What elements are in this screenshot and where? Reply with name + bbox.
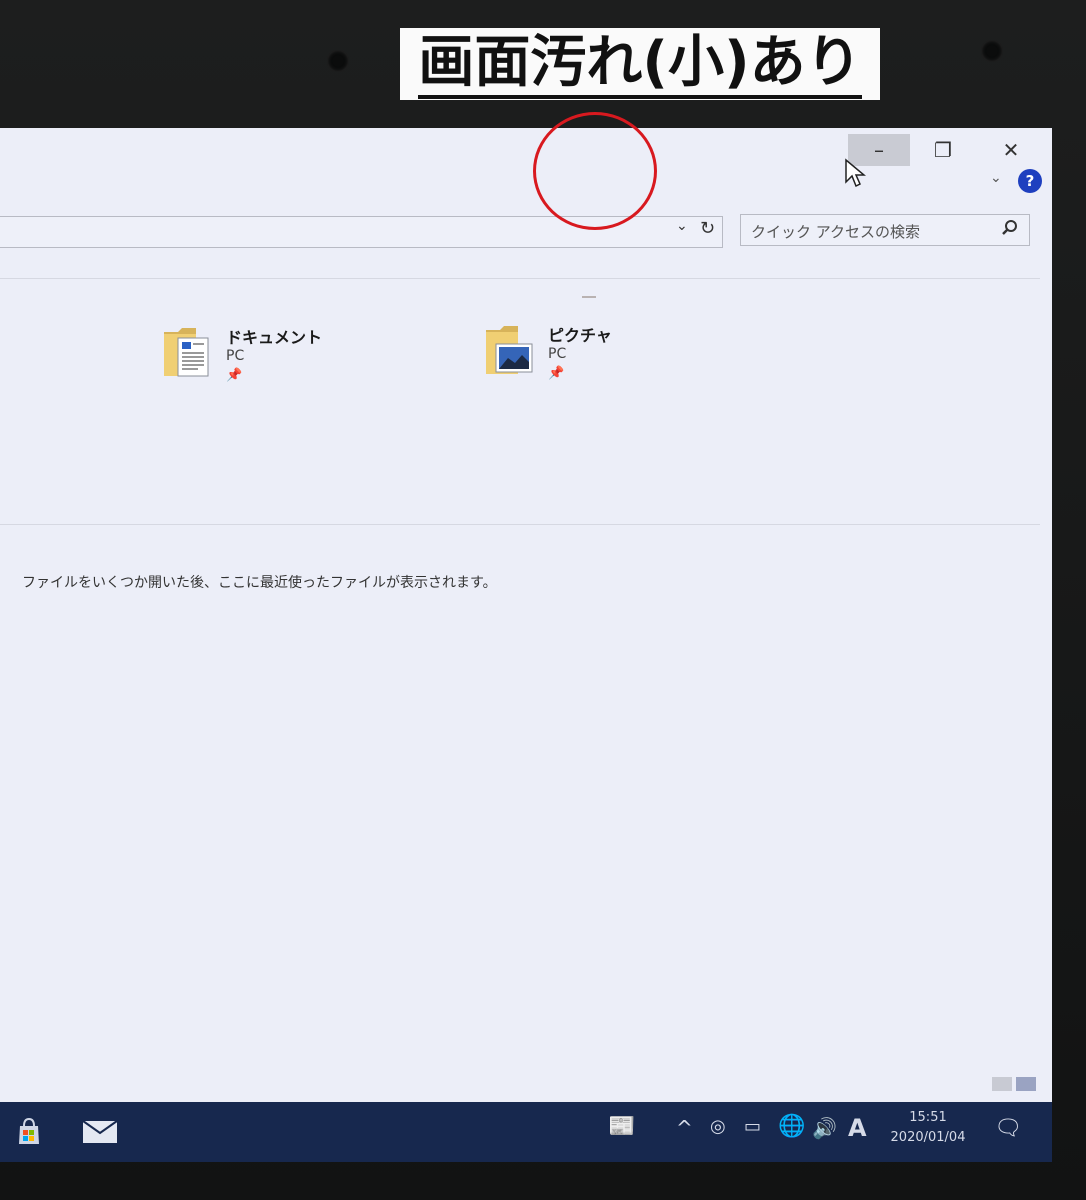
ime-mode-indicator[interactable]: A <box>848 1114 867 1142</box>
meet-now-icon[interactable]: ◎ <box>710 1116 726 1137</box>
folder-location: PC <box>548 346 567 362</box>
screen-smudge <box>582 296 596 298</box>
documents-folder-icon <box>164 328 209 377</box>
search-input[interactable]: クイック アクセスの検索 <box>751 221 920 242</box>
camera-sensor <box>981 40 1003 62</box>
pin-icon: 📌 <box>548 366 565 381</box>
search-icon[interactable] <box>1001 219 1019 237</box>
smudge-highlight-circle <box>533 112 657 230</box>
view-toggle <box>988 1076 1036 1095</box>
battery-icon[interactable]: ▭ <box>744 1116 761 1137</box>
title-bar: – ❐ ✕ ⌄ ? <box>0 128 1052 198</box>
camera-sensor <box>327 50 349 72</box>
mail-icon[interactable] <box>82 1118 118 1144</box>
notification-center-icon[interactable]: 🗨 <box>994 1116 1022 1141</box>
clock-date: 2020/01/04 <box>890 1130 966 1145</box>
folder-tile-pictures[interactable]: ピクチャ PC 📌 <box>484 322 684 392</box>
clock-time: 15:51 <box>909 1110 947 1125</box>
clock[interactable]: 15:51 2020/01/04 <box>880 1108 976 1148</box>
folder-tile-documents[interactable]: ドキュメント PC 📌 <box>162 324 362 394</box>
large-icons-view-icon[interactable] <box>1016 1077 1036 1091</box>
maximize-button[interactable]: ❐ <box>912 134 974 166</box>
pictures-folder-icon <box>486 326 533 374</box>
address-dropdown-icon[interactable]: ⌄ <box>676 218 688 234</box>
close-button[interactable]: ✕ <box>980 134 1042 166</box>
details-view-icon[interactable] <box>992 1077 1012 1091</box>
pin-icon: 📌 <box>226 368 243 383</box>
help-icon[interactable]: ? <box>1018 169 1042 193</box>
folder-name: ドキュメント <box>226 328 323 347</box>
refresh-icon[interactable]: ↻ <box>700 218 715 239</box>
volume-icon[interactable]: 🔊 <box>812 1116 837 1140</box>
condition-annotation: 画面汚れ(小)あり <box>400 28 880 100</box>
ribbon-expand-icon[interactable]: ⌄ <box>990 170 1002 186</box>
folder-location: PC <box>226 348 245 364</box>
divider <box>0 524 1040 525</box>
store-icon[interactable] <box>14 1116 44 1146</box>
taskbar: 📰 ^ ◎ ▭ 🌐 🔊 A 15:51 2020/01/04 🗨 <box>0 1102 1052 1162</box>
divider <box>0 278 1040 279</box>
network-globe-icon[interactable]: 🌐 <box>778 1114 805 1139</box>
chevron-up-icon[interactable]: ^ <box>676 1116 693 1140</box>
recent-files-empty-message: ファイルをいくつか開いた後、ここに最近使ったファイルが表示されます。 <box>22 575 497 591</box>
mouse-cursor-icon <box>845 158 866 188</box>
screen: – ❐ ✕ ⌄ ? ⌄ ↻ クイック アクセスの検索 ドキュメント PC 📌 ピ… <box>0 128 1052 1118</box>
news-widget-icon[interactable]: 📰 <box>608 1114 635 1139</box>
folder-name: ピクチャ <box>548 326 612 345</box>
search-box[interactable]: クイック アクセスの検索 <box>740 214 1030 246</box>
